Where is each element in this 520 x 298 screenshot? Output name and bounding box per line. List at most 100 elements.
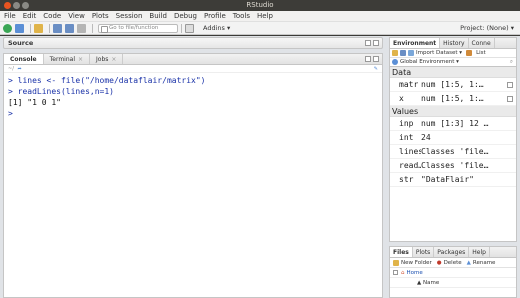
files-pane: Files Plots Packages Help New Folder ● D… [389, 246, 517, 298]
new-project-icon[interactable] [15, 23, 24, 33]
tab-jobs[interactable]: Jobs × [90, 54, 124, 64]
environment-scope-bar: Global Environment ▾ ⌕ [390, 58, 516, 67]
rename-button[interactable]: Rename [473, 260, 496, 266]
menu-build[interactable]: Build [149, 12, 167, 20]
broom-icon[interactable] [466, 50, 473, 56]
env-row[interactable]: x num [1:5, 1:… [390, 92, 516, 106]
delete-button[interactable]: Delete [444, 260, 462, 266]
tab-connections[interactable]: Conne [469, 38, 495, 48]
search-icon[interactable]: ⌕ [510, 59, 513, 66]
tab-history[interactable]: History [440, 38, 469, 48]
home-link[interactable]: Home [407, 270, 423, 276]
env-var-value: num [1:5, 1:… [421, 94, 484, 103]
select-all-checkbox[interactable] [393, 270, 398, 275]
maximize-pane-icon[interactable] [373, 56, 379, 62]
working-directory: ~/ ➦ ✎ [4, 65, 382, 73]
env-row[interactable]: inp num [1:3] 12 … [390, 117, 516, 131]
env-var-value: "DataFlair" [421, 175, 474, 184]
layout-grid-icon[interactable] [185, 23, 194, 33]
toolbar-divider [49, 23, 50, 33]
close-tab-icon[interactable]: × [111, 56, 116, 63]
env-var-value: 24 [421, 133, 431, 142]
files-toolbar: New Folder ● Delete ▲ Rename [390, 258, 516, 268]
env-var-value: Classes 'file… [421, 161, 489, 170]
workspace: Source Console Terminal × Jobs × ~/ ➦ ✎ > … [0, 36, 520, 298]
go-to-directory-icon[interactable]: ➦ [17, 66, 21, 72]
tab-terminal[interactable]: Terminal × [44, 54, 91, 64]
console-tabs: Console Terminal × Jobs × [4, 54, 382, 65]
environment-pane: Environment History Conne Import Dataset… [389, 37, 517, 242]
env-var-name: read… [399, 161, 421, 170]
maximize-pane-icon[interactable] [373, 40, 379, 46]
tab-help[interactable]: Help [469, 247, 490, 257]
clear-console-icon[interactable]: ✎ [374, 65, 378, 73]
tab-files[interactable]: Files [390, 247, 413, 257]
menu-edit[interactable]: Edit [23, 12, 37, 20]
view-data-icon[interactable] [507, 82, 513, 88]
tab-jobs-label: Jobs [96, 56, 109, 63]
close-tab-icon[interactable]: × [78, 56, 83, 63]
menu-file[interactable]: File [4, 12, 16, 20]
menu-session[interactable]: Session [116, 12, 143, 20]
menu-help[interactable]: Help [257, 12, 273, 20]
rename-icon: ▲ [466, 259, 471, 266]
console-output[interactable]: > lines <- file("/home/dataflair/matrix"… [4, 73, 382, 121]
project-dropdown[interactable]: Project: (None) ▾ [460, 24, 514, 32]
tab-plots[interactable]: Plots [413, 247, 435, 257]
new-file-icon[interactable] [3, 23, 12, 33]
toolbar-divider [181, 23, 182, 33]
load-workspace-icon[interactable] [392, 50, 398, 56]
env-row[interactable]: read… Classes 'file… [390, 159, 516, 173]
section-values[interactable]: Values [390, 106, 516, 117]
restore-pane-icon[interactable] [365, 40, 371, 46]
print-icon[interactable] [77, 23, 86, 33]
restore-pane-icon[interactable] [365, 56, 371, 62]
import-dataset-button[interactable]: Import Dataset ▾ [416, 50, 462, 56]
title-bar: RStudio [0, 0, 520, 11]
menu-tools[interactable]: Tools [233, 12, 250, 20]
env-var-name: matr [399, 80, 419, 89]
toolbar-divider [92, 23, 93, 33]
go-to-file-input[interactable]: Go to file/function [98, 23, 178, 33]
tab-environment-label: Environment [393, 40, 437, 47]
env-row[interactable]: lines Classes 'file… [390, 145, 516, 159]
section-data[interactable]: Data [390, 67, 516, 78]
working-directory-path: ~/ [8, 66, 14, 72]
env-row[interactable]: int 24 [390, 131, 516, 145]
view-data-icon[interactable] [507, 96, 513, 102]
new-folder-button[interactable]: New Folder [401, 260, 432, 266]
environment-toolbar: Import Dataset ▾ List [390, 49, 516, 58]
menu-plots[interactable]: Plots [92, 12, 109, 20]
console-output-line: [1] "1 0 1" [8, 98, 61, 107]
menu-debug[interactable]: Debug [174, 12, 197, 20]
source-pane[interactable]: Source [3, 37, 383, 49]
home-icon: ⌂ [401, 269, 405, 276]
save-icon[interactable] [53, 23, 62, 33]
menu-view[interactable]: View [68, 12, 85, 20]
close-window-icon[interactable] [4, 2, 11, 9]
tab-console[interactable]: Console [4, 54, 44, 64]
name-column-header[interactable]: ▲ Name [417, 280, 439, 286]
environment-icon [392, 59, 398, 65]
tab-console-label: Console [10, 56, 37, 63]
env-row[interactable]: str "DataFlair" [390, 173, 516, 187]
list-view-toggle[interactable]: List [476, 50, 486, 56]
minimize-window-icon[interactable] [13, 2, 20, 9]
console-prompt[interactable]: > [8, 108, 378, 119]
files-tabs: Files Plots Packages Help [390, 247, 516, 258]
addins-dropdown[interactable]: Addins ▾ [203, 24, 230, 32]
window-title: RStudio [246, 1, 274, 9]
tab-packages[interactable]: Packages [434, 247, 470, 257]
global-environment-dropdown[interactable]: Global Environment ▾ [400, 59, 459, 65]
tab-files-label: Files [393, 249, 409, 256]
tab-environment[interactable]: Environment [390, 38, 441, 48]
open-file-icon[interactable] [34, 23, 43, 33]
env-var-name: str [399, 175, 414, 184]
menu-profile[interactable]: Profile [204, 12, 226, 20]
env-row[interactable]: matr num [1:5, 1:… [390, 78, 516, 92]
save-all-icon[interactable] [65, 23, 74, 33]
menu-code[interactable]: Code [43, 12, 61, 20]
env-var-value: num [1:3] 12 … [421, 119, 489, 128]
save-workspace-icon[interactable] [400, 50, 406, 56]
maximize-window-icon[interactable] [22, 2, 29, 9]
